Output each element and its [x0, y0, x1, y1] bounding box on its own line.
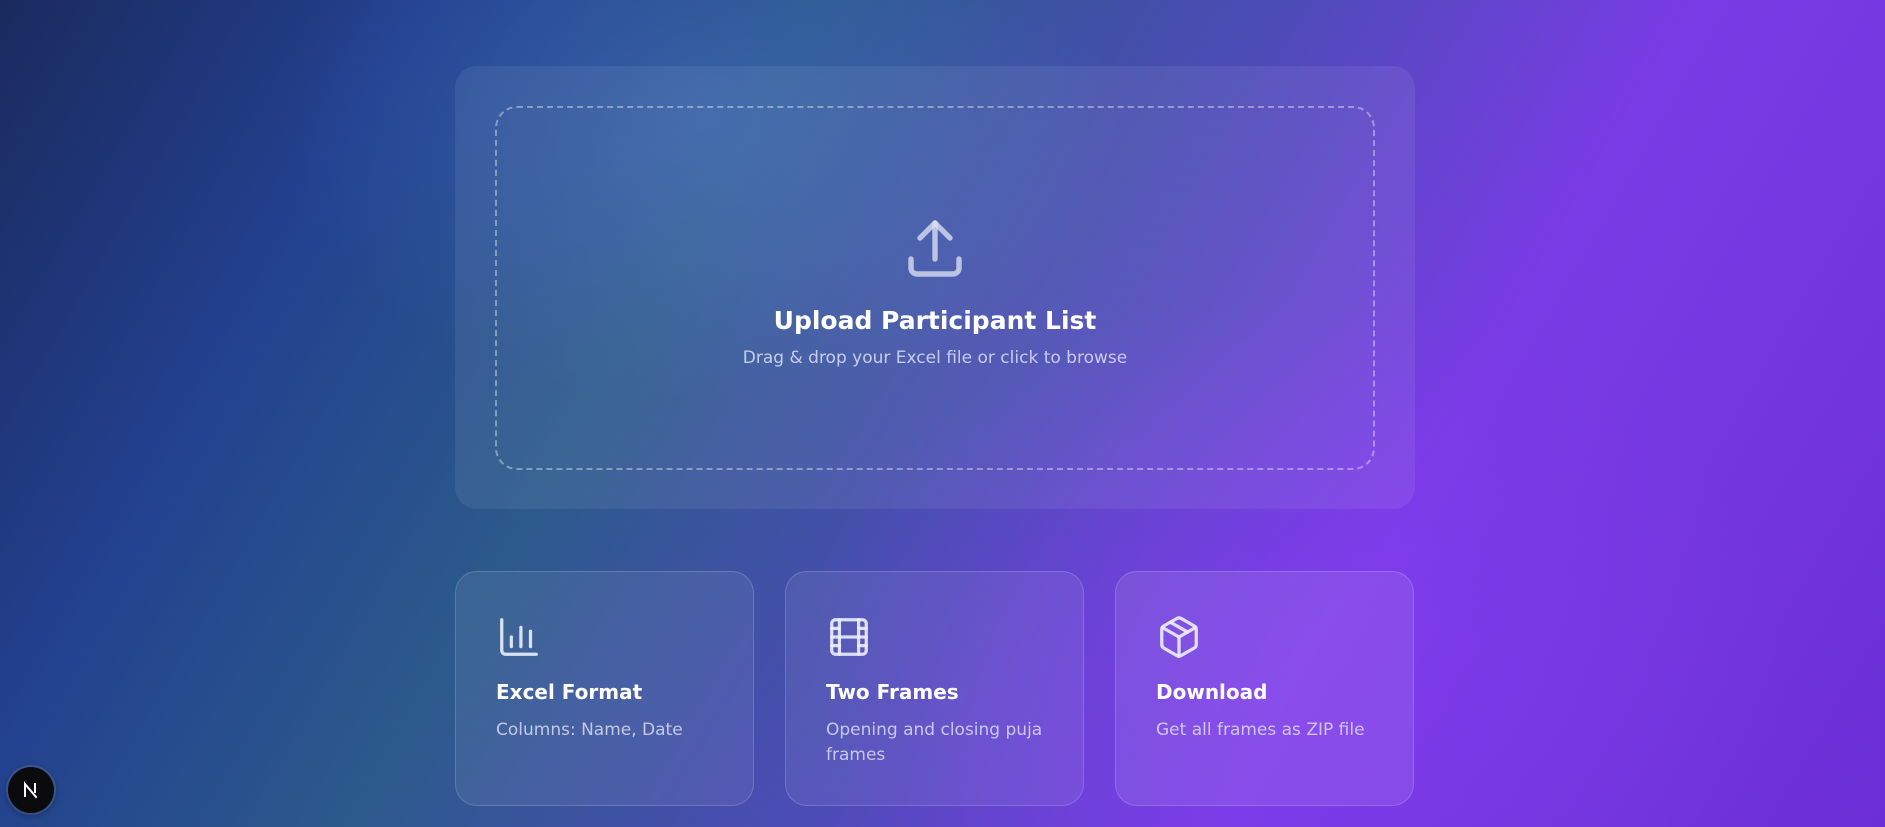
feature-card-download: Download Get all frames as ZIP file — [1115, 571, 1414, 806]
upload-subtitle: Drag & drop your Excel file or click to … — [742, 348, 1128, 368]
feature-description: Opening and closing puja frames — [826, 720, 1043, 765]
package-icon — [1160, 616, 1198, 658]
feature-title: Excel Format — [496, 680, 643, 704]
page-heading-fragment — [764, 0, 854, 2]
feature-title: Download — [1156, 680, 1268, 704]
nextjs-logo-icon — [24, 781, 38, 799]
upload-card: Upload Participant List Drag & drop your… — [455, 66, 1415, 509]
feature-card-two-frames: Two Frames Opening and closing puja fram… — [785, 571, 1084, 806]
feature-description: Columns: Name, Date — [496, 720, 683, 740]
feature-title: Two Frames — [826, 680, 959, 704]
nextjs-dev-badge[interactable] — [8, 767, 54, 813]
film-icon — [830, 618, 868, 656]
upload-title: Upload Participant List — [773, 306, 1097, 335]
bar-chart-icon — [500, 618, 538, 656]
feature-description: Get all frames as ZIP file — [1156, 720, 1365, 740]
feature-card-excel-format: Excel Format Columns: Name, Date — [455, 571, 754, 806]
upload-icon — [908, 220, 962, 277]
file-dropzone[interactable]: Upload Participant List Drag & drop your… — [495, 106, 1375, 470]
